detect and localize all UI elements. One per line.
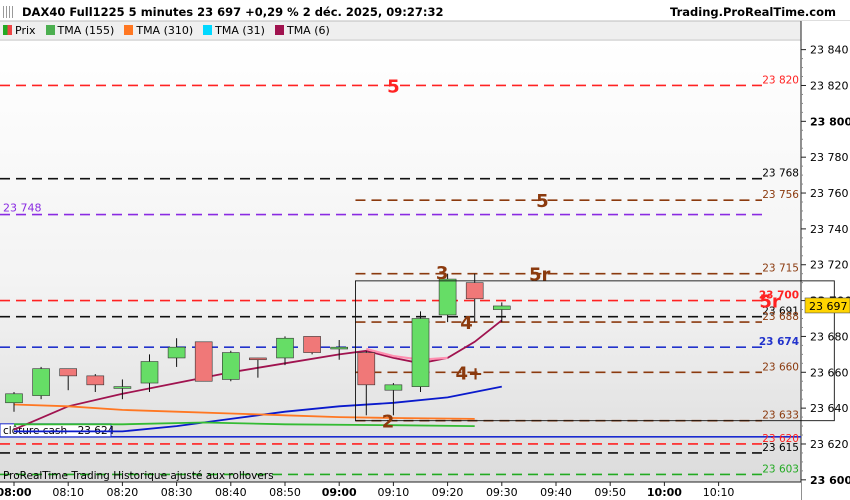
- chart-window: 23 60023 62023 64023 66023 68023 70023 7…: [0, 0, 850, 500]
- y-tick-label: 23 600: [810, 474, 850, 487]
- y-tick-label: 23 820: [810, 79, 849, 92]
- y-tick-label: 23 760: [810, 187, 849, 200]
- candle: [303, 336, 321, 355]
- level-annotation: 4+: [455, 363, 483, 384]
- level-annotation: 5r: [529, 265, 551, 286]
- candle-body: [140, 361, 159, 384]
- candle-body: [465, 282, 484, 300]
- chart-title: DAX40 Full1225 5 minutes 23 697 +0,29 % …: [22, 5, 444, 19]
- candle: [194, 341, 213, 382]
- level-label: 23 748: [3, 202, 42, 215]
- x-tick-label: 08:10: [52, 486, 84, 499]
- level-label: 23 768: [762, 168, 799, 180]
- legend-label: TMA (6): [286, 23, 330, 37]
- candle-body: [438, 278, 457, 316]
- x-tick-label: 09:40: [540, 486, 572, 499]
- tma-155-swatch-icon: [45, 25, 55, 35]
- x-tick-label: 09:30: [486, 486, 518, 499]
- x-tick-label: 09:50: [594, 486, 626, 499]
- last-price-label: 23 697: [809, 300, 848, 313]
- candle-body: [86, 375, 105, 386]
- level-label: 23 633: [762, 410, 799, 422]
- level-label: 23 603: [762, 463, 799, 475]
- candle-body: [384, 384, 403, 391]
- level-label: 23 674: [759, 336, 799, 348]
- candle-body: [167, 346, 186, 359]
- candle: [222, 350, 240, 382]
- level-label: 23 820: [762, 74, 799, 86]
- level-annotation: 5: [387, 76, 400, 97]
- level-annotation: 2: [382, 412, 395, 433]
- candle-body: [492, 305, 511, 310]
- legend-item-tma-6[interactable]: TMA (6): [274, 23, 330, 37]
- candle-body: [222, 352, 240, 380]
- y-tick-label: 23 720: [810, 259, 849, 272]
- indicator-legend: Prix TMA (155) TMA (310) TMA (31) TMA (6…: [0, 21, 803, 39]
- candle-body: [330, 346, 349, 350]
- legend-label: TMA (31): [215, 23, 265, 37]
- level-label: 23 660: [762, 361, 799, 373]
- y-tick-label: 23 800: [810, 115, 850, 128]
- y-tick-label: 23 620: [810, 438, 849, 451]
- x-tick-label: 10:00: [647, 486, 682, 499]
- candle-body: [303, 336, 321, 353]
- level-label: 23 615: [762, 442, 799, 454]
- level-label: 23 756: [762, 189, 799, 201]
- level-annotation: 5: [536, 191, 549, 212]
- price-swatch-icon: [3, 25, 12, 35]
- x-tick-label: 09:20: [432, 486, 464, 499]
- x-tick-label: 10:10: [703, 486, 735, 499]
- x-tick-label: 08:30: [161, 486, 193, 499]
- drag-handle-icon[interactable]: [3, 6, 16, 18]
- y-tick-label: 23 780: [810, 151, 849, 164]
- candle: [32, 366, 50, 400]
- legend-label: Prix: [15, 23, 36, 37]
- level-label: 23 715: [762, 263, 799, 275]
- footer-note: ProRealTime Trading Historique ajusté au…: [3, 470, 274, 482]
- x-tick-label: 08:20: [107, 486, 139, 499]
- x-tick-label: 08:00: [0, 486, 32, 499]
- y-tick-label: 23 740: [810, 223, 849, 236]
- tma-310-swatch-icon: [124, 25, 134, 35]
- tma-31-swatch-icon: [203, 25, 213, 35]
- y-tick-label: 23 680: [810, 330, 849, 343]
- legend-label: TMA (310): [136, 23, 194, 37]
- candle-body: [194, 341, 213, 382]
- legend-item-tma-310[interactable]: TMA (310): [124, 24, 193, 37]
- candle-body: [249, 357, 267, 361]
- candle-body: [276, 337, 294, 359]
- level-label: 23 688: [762, 311, 799, 323]
- x-tick-label: 08:40: [215, 486, 247, 499]
- site-label: Trading.ProRealTime.com: [670, 5, 836, 19]
- level-annotation: 4: [460, 313, 473, 334]
- y-tick-label: 23 660: [810, 366, 849, 379]
- x-tick-label: 08:50: [269, 486, 301, 499]
- legend-label: TMA (155): [57, 23, 115, 37]
- candle-body: [32, 368, 50, 396]
- tma-6-swatch-icon: [274, 25, 284, 35]
- level-annotation: 3: [436, 263, 449, 284]
- legend-item-price[interactable]: Prix: [3, 24, 36, 37]
- plot-background: [0, 40, 801, 482]
- candle-body: [59, 368, 78, 377]
- candle-body: [357, 352, 376, 386]
- price-chart[interactable]: 23 60023 62023 64023 66023 68023 70023 7…: [0, 0, 850, 500]
- candle-body: [411, 318, 430, 387]
- y-tick-label: 23 640: [810, 402, 849, 415]
- x-tick-label: 09:10: [378, 486, 410, 499]
- candle: [411, 311, 430, 392]
- candle-body: [5, 393, 23, 404]
- x-tick-label: 09:00: [322, 486, 357, 499]
- y-tick-label: 23 840: [810, 44, 849, 57]
- candle-body: [113, 386, 132, 389]
- legend-item-tma-31[interactable]: TMA (31): [203, 24, 265, 37]
- level-annotation: 5r: [759, 292, 781, 313]
- legend-item-tma-155[interactable]: TMA (155): [45, 23, 115, 37]
